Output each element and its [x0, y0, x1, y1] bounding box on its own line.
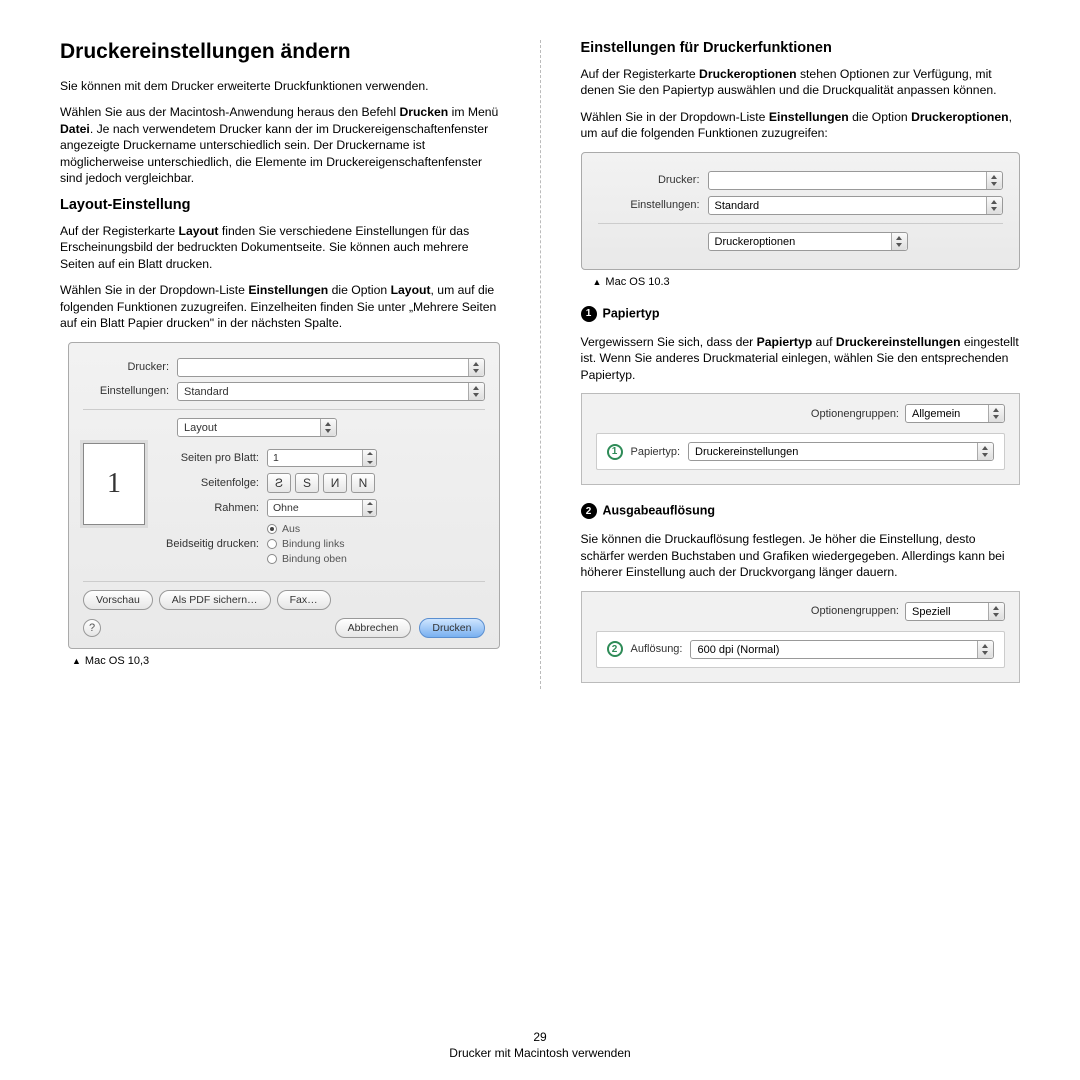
column-divider: [540, 40, 541, 689]
layout-heading: Layout-Einstellung: [60, 197, 500, 213]
seq-btn-3[interactable]: И: [323, 473, 347, 493]
main-title: Druckereinstellungen ändern: [60, 40, 500, 64]
help-button[interactable]: ?: [83, 619, 101, 637]
radio-oben[interactable]: Bindung oben: [267, 553, 347, 565]
papiertyp-p: Vergewissern Sie sich, dass der Papierty…: [581, 334, 1021, 383]
right-column: Einstellungen für Druckerfunktionen Auf …: [581, 40, 1021, 689]
right-p1: Auf der Registerkarte Druckeroptionen st…: [581, 66, 1021, 99]
badge-1-icon: 1: [607, 444, 623, 460]
fax-button[interactable]: Fax…: [277, 590, 331, 610]
abbrechen-button[interactable]: Abbrechen: [335, 618, 412, 638]
radio-links[interactable]: Bindung links: [267, 538, 347, 550]
page-footer: 29 Drucker mit Macintosh verwenden: [0, 1030, 1080, 1060]
circle-1-icon: 1: [581, 306, 597, 322]
pane-select[interactable]: Layout: [177, 418, 337, 437]
seq-btn-1[interactable]: Ƨ: [267, 473, 291, 493]
page-number: 29: [0, 1030, 1080, 1044]
layout-dialog: Drucker: Einstellungen: Standard Layout …: [68, 342, 500, 649]
right-title: Einstellungen für Druckerfunktionen: [581, 40, 1021, 56]
seq-btn-4[interactable]: N: [351, 473, 375, 493]
fig-caption-right: Mac OS 10.3: [593, 276, 1021, 288]
aufloesung-heading: 2Ausgabeauflösung: [581, 503, 1021, 519]
pane-select-r[interactable]: Druckeroptionen: [708, 232, 908, 251]
einstellungen-label-r: Einstellungen:: [598, 199, 708, 211]
einstellungen-select-r[interactable]: Standard: [708, 196, 1004, 215]
drucken-button[interactable]: Drucken: [419, 618, 484, 638]
spb-label: Seiten pro Blatt:: [157, 452, 267, 464]
updown-icon: [320, 419, 336, 436]
footer-text: Drucker mit Macintosh verwenden: [0, 1046, 1080, 1060]
radio-icon: [267, 554, 277, 564]
updown-icon: [468, 383, 484, 400]
updown-icon: [988, 603, 1004, 620]
intro-2: Wählen Sie aus der Macintosh-Anwendung h…: [60, 104, 500, 186]
papiertyp-box: Optionengruppen: Allgemein 1 Papiertyp: …: [581, 393, 1021, 485]
page-preview: 1: [83, 443, 145, 525]
einstellungen-label: Einstellungen:: [83, 385, 177, 397]
group-label-1: Optionengruppen:: [811, 408, 899, 420]
layout-p2: Wählen Sie in der Dropdown-Liste Einstel…: [60, 282, 500, 331]
layout-p1: Auf der Registerkarte Layout finden Sie …: [60, 223, 500, 272]
radio-icon: [267, 524, 277, 534]
seq-btn-2[interactable]: S: [295, 473, 319, 493]
updown-icon: [977, 443, 993, 460]
drucker-label: Drucker:: [83, 361, 177, 373]
drucker-select[interactable]: [177, 358, 485, 377]
aufloesung-select[interactable]: 600 dpi (Normal): [690, 640, 994, 659]
spb-select[interactable]: 1: [267, 449, 377, 467]
group-select-1[interactable]: Allgemein: [905, 404, 1005, 423]
group-label-2: Optionengruppen:: [811, 605, 899, 617]
radio-aus[interactable]: Aus: [267, 523, 347, 535]
updown-icon: [977, 641, 993, 658]
group-select-2[interactable]: Speziell: [905, 602, 1005, 621]
aufloesung-box: Optionengruppen: Speziell 2 Auflösung: 6…: [581, 591, 1021, 683]
radio-icon: [267, 539, 277, 549]
right-p2: Wählen Sie in der Dropdown-Liste Einstel…: [581, 109, 1021, 142]
updown-icon: [362, 500, 376, 516]
vorschau-button[interactable]: Vorschau: [83, 590, 153, 610]
papiertyp-label: Papiertyp:: [631, 446, 681, 458]
intro-1: Sie können mit dem Drucker erweiterte Dr…: [60, 78, 500, 94]
updown-icon: [891, 233, 907, 250]
papiertyp-heading: 1Papiertyp: [581, 306, 1021, 322]
circle-2-icon: 2: [581, 503, 597, 519]
updown-icon: [362, 450, 376, 466]
pdf-button[interactable]: Als PDF sichern…: [159, 590, 271, 610]
updown-icon: [986, 172, 1002, 189]
seq-label: Seitenfolge:: [157, 477, 267, 489]
fig-caption-left: Mac OS 10,3: [72, 655, 500, 667]
aufloesung-label: Auflösung:: [631, 643, 683, 655]
einstellungen-select[interactable]: Standard: [177, 382, 485, 401]
options-dialog: Drucker: Einstellungen: Standard Drucker…: [581, 152, 1021, 270]
aufloesung-p: Sie können die Druckauflösung festlegen.…: [581, 531, 1021, 580]
updown-icon: [986, 197, 1002, 214]
rahmen-select[interactable]: Ohne: [267, 499, 377, 517]
duplex-label: Beidseitig drucken:: [157, 538, 267, 550]
updown-icon: [468, 359, 484, 376]
updown-icon: [988, 405, 1004, 422]
duplex-group: Aus Bindung links Bindung oben: [267, 523, 347, 565]
drucker-label-r: Drucker:: [598, 174, 708, 186]
left-column: Druckereinstellungen ändern Sie können m…: [60, 40, 500, 689]
badge-2-icon: 2: [607, 641, 623, 657]
rahmen-label: Rahmen:: [157, 502, 267, 514]
papiertyp-select[interactable]: Druckereinstellungen: [688, 442, 994, 461]
drucker-select-r[interactable]: [708, 171, 1004, 190]
